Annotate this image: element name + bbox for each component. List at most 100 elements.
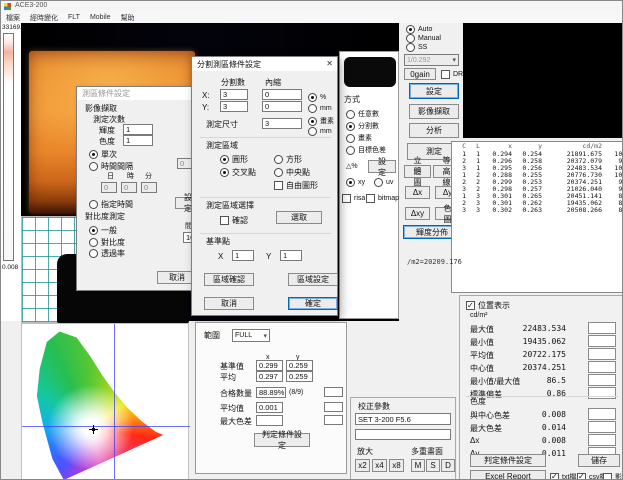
contrast-option[interactable]: 對比度 <box>89 237 125 248</box>
size-unit-mm-option[interactable]: mm <box>308 127 332 136</box>
exposure-manual-option[interactable]: Manual <box>406 34 441 43</box>
zoom-label: 放大 <box>357 448 373 457</box>
shutter-speed-dropdown[interactable]: 1/0.292 <box>404 54 459 66</box>
multi-s-button[interactable]: S <box>426 459 440 472</box>
stat-value: 19435.062 <box>518 337 566 346</box>
chroma-times-input[interactable]: 1 <box>123 135 153 146</box>
title-bar[interactable]: ACE3-200 <box>1 1 623 12</box>
risa-checkbox[interactable]: risa <box>342 194 365 203</box>
method-option-arbitrary[interactable]: 任意數 <box>346 109 379 119</box>
base-x-input[interactable]: 1 <box>232 250 254 261</box>
delta-xy-button[interactable]: Δxy <box>405 207 430 220</box>
free-shape-checkbox[interactable]: 自由圖形 <box>274 180 318 191</box>
area-set-button[interactable]: 區域設定 <box>288 273 338 286</box>
multi-m-button[interactable]: M <box>411 459 425 472</box>
hour-input[interactable]: 0 <box>121 182 137 193</box>
circle-option[interactable]: 圓形 <box>220 154 248 165</box>
measurement-point-marker <box>92 428 95 431</box>
day-input[interactable]: 0 <box>101 182 117 193</box>
method-option-target-color-diff[interactable]: 目標色差 <box>346 145 386 155</box>
txt-file-checkbox[interactable]: txt檔 <box>550 472 576 480</box>
close-icon[interactable] <box>326 59 333 68</box>
analyze-button[interactable]: 分析 <box>409 123 459 138</box>
x-label: X: <box>202 92 210 101</box>
menu-mobile[interactable]: Mobile <box>85 14 116 21</box>
measure-size-input[interactable]: 3 <box>262 118 302 129</box>
show-position-checkbox[interactable]: 位置表示 <box>466 300 510 311</box>
multi-d-button[interactable]: D <box>441 459 455 472</box>
calibration-set-value[interactable]: SET 3-200 F5.6 <box>355 413 451 425</box>
menu-time-variation[interactable]: 經時變化 <box>25 13 63 23</box>
normal-option[interactable]: 一般 <box>89 225 117 236</box>
range-dropdown[interactable]: FULL <box>232 329 270 342</box>
zoom-x8-button[interactable]: x8 <box>389 459 404 472</box>
cie-chromaticity-panel[interactable] <box>21 323 189 480</box>
square-option[interactable]: 方形 <box>274 154 302 165</box>
transmittance-option[interactable]: 透過率 <box>89 248 125 259</box>
capture-button[interactable]: 影像擷取 <box>409 104 459 119</box>
timed-option[interactable]: 指定時間 <box>89 199 133 210</box>
xy-option[interactable]: xy <box>346 178 365 187</box>
zoom-x4-button[interactable]: x4 <box>372 459 387 472</box>
calibration-extra-field[interactable] <box>355 429 451 440</box>
average-x-value[interactable]: 0.297 <box>256 371 283 382</box>
size-unit-pixel-option[interactable]: 畫素 <box>308 116 334 126</box>
checkbox-icon <box>342 194 351 203</box>
minute-input[interactable]: 0 <box>141 182 157 193</box>
pass-count-value[interactable]: 88.89% <box>256 387 286 398</box>
color-scale-bar[interactable] <box>3 33 14 261</box>
dialog-title-bar[interactable]: 測區條件設定 <box>77 87 201 100</box>
mean-value[interactable]: 0.001 <box>256 402 283 413</box>
crosshair-horizontal <box>22 426 190 427</box>
average-y-value[interactable]: 0.259 <box>286 371 313 382</box>
area-confirm-button[interactable]: 區域確認 <box>204 273 254 286</box>
save-button[interactable]: 儲存 <box>578 454 620 467</box>
confirm-checkbox[interactable]: 確認 <box>220 215 248 226</box>
judge-condition-button[interactable]: 判定條件設定 <box>254 433 310 447</box>
method-thumbnail <box>344 57 396 87</box>
table-cell: 3 <box>452 207 468 214</box>
method-set-button[interactable]: 設定 <box>368 160 396 173</box>
exposure-auto-option[interactable]: Auto <box>406 25 432 34</box>
camera-preview[interactable] <box>463 23 623 138</box>
x-split-input[interactable]: 3 <box>220 89 248 100</box>
x-inset-input[interactable]: 0 <box>262 89 302 100</box>
bitmap-checkbox[interactable]: bitmap <box>366 194 399 203</box>
ok-button[interactable]: 確定 <box>288 297 338 310</box>
max-color-diff-value[interactable] <box>256 415 283 426</box>
menu-flt[interactable]: FLT <box>63 14 85 21</box>
settings-button[interactable]: 設定 <box>409 83 459 99</box>
radio-icon <box>89 238 98 247</box>
cross-point-option[interactable]: 交叉點 <box>220 167 256 178</box>
exposure-ss-option[interactable]: SS <box>406 43 427 52</box>
zoom-x2-button[interactable]: x2 <box>355 459 370 472</box>
method-option-pixel[interactable]: 畫素 <box>346 133 372 143</box>
center-point-option[interactable]: 中央點 <box>274 167 310 178</box>
excel-report-button[interactable]: Excel Report <box>470 470 546 480</box>
inset-unit-mm-option[interactable]: mm <box>308 104 332 113</box>
method-option-split[interactable]: 分割數 <box>346 121 379 131</box>
dialog-title-bar[interactable]: 分割測區條件設定 <box>192 57 337 71</box>
table-row[interactable]: 330.3020.26320508.2668700 <box>452 207 623 214</box>
interval-option[interactable]: 時間間隔 <box>89 161 133 172</box>
menu-help[interactable]: 幫助 <box>116 13 140 23</box>
stat-value: 22483.534 <box>518 324 566 333</box>
inset-unit-percent-option[interactable]: % <box>308 93 326 102</box>
base-y-input[interactable]: 1 <box>280 250 302 261</box>
judge-condition-button[interactable]: 判定條件設定 <box>470 454 546 467</box>
dr-checkbox[interactable]: DR <box>441 70 463 79</box>
cancel-button[interactable]: 取消 <box>204 297 254 310</box>
pick-button[interactable]: 選取 <box>276 211 322 224</box>
delta-x-button[interactable]: Δx <box>405 186 430 199</box>
gain-button[interactable]: 0gain <box>404 68 436 80</box>
menu-file[interactable]: 檔案 <box>1 13 25 23</box>
solid-view-button[interactable]: 立體圖 <box>404 165 431 178</box>
uv-option[interactable]: uv <box>374 178 393 187</box>
base-y-value[interactable]: 0.259 <box>286 360 313 371</box>
image-file-checkbox[interactable]: 影像檔 <box>603 472 623 480</box>
y-inset-input[interactable]: 0 <box>262 101 302 112</box>
y-split-input[interactable]: 3 <box>220 101 248 112</box>
single-option[interactable]: 單次 <box>89 149 117 160</box>
base-x-value[interactable]: 0.299 <box>256 360 283 371</box>
luminance-times-input[interactable]: 1 <box>123 124 153 135</box>
